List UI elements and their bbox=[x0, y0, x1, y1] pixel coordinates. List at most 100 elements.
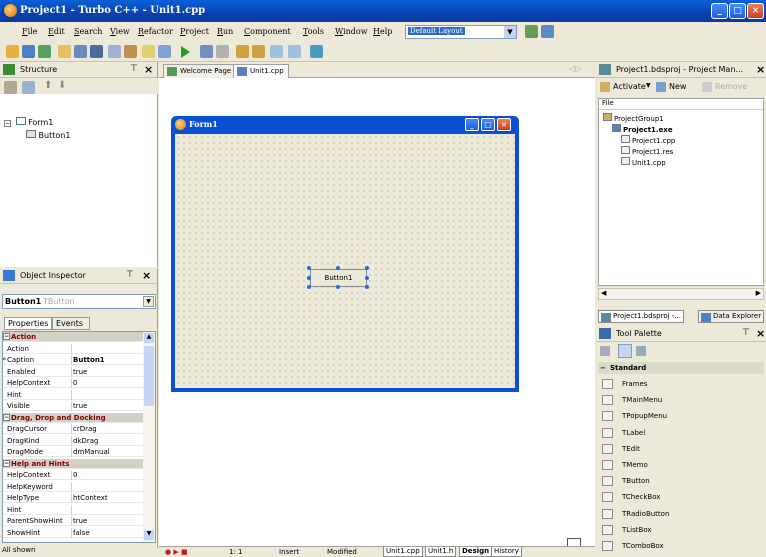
tree-item-form1[interactable]: − Form1 bbox=[4, 117, 53, 127]
trace-into-icon[interactable] bbox=[236, 45, 249, 58]
filter-icon[interactable] bbox=[636, 346, 646, 356]
categories-icon[interactable] bbox=[600, 346, 610, 356]
toggle-form-icon[interactable] bbox=[158, 45, 171, 58]
selection-handle[interactable] bbox=[336, 266, 340, 270]
remove-file-icon[interactable] bbox=[108, 45, 121, 58]
property-row[interactable]: HelpType htContext bbox=[3, 493, 143, 503]
set-layout-icon[interactable] bbox=[541, 25, 554, 38]
property-value[interactable]: dmManual bbox=[73, 448, 110, 456]
property-category[interactable]: − Action bbox=[3, 332, 143, 342]
pause-icon[interactable] bbox=[200, 45, 213, 58]
menu-view[interactable]: View bbox=[110, 27, 130, 36]
property-row[interactable]: Visible true bbox=[3, 401, 143, 411]
collapse-icon[interactable]: − bbox=[3, 333, 10, 340]
activate-button[interactable]: Activate bbox=[613, 82, 646, 91]
property-value[interactable]: true bbox=[73, 402, 87, 410]
menu-tools[interactable]: Tools bbox=[303, 27, 324, 36]
selection-handle[interactable] bbox=[307, 266, 311, 270]
scroll-up-icon[interactable]: ▲ bbox=[144, 333, 154, 343]
property-value[interactable]: Button1 bbox=[73, 356, 105, 364]
tab-unit1-cpp[interactable]: Unit1.cpp bbox=[233, 64, 289, 78]
pin-icon[interactable]: ⊤ bbox=[126, 270, 134, 280]
collapse-icon[interactable]: − bbox=[600, 362, 606, 374]
pointer-icon[interactable] bbox=[618, 344, 632, 358]
tab-welcome-page[interactable]: Welcome Page bbox=[163, 64, 237, 78]
layout-select[interactable]: Default Layout ▼ bbox=[405, 25, 517, 39]
property-scrollbar[interactable]: ▲ ▼ bbox=[143, 332, 155, 542]
filter-icon[interactable] bbox=[22, 81, 35, 94]
palette-item[interactable]: TComboBox bbox=[598, 538, 764, 554]
property-row[interactable]: Action bbox=[3, 343, 143, 354]
project-tree-item[interactable]: Project1.cpp bbox=[621, 135, 675, 145]
remove-button[interactable]: Remove bbox=[715, 82, 747, 91]
property-row[interactable]: ShowHint false bbox=[3, 527, 143, 538]
step-over-icon[interactable] bbox=[252, 45, 265, 58]
chevron-down-icon[interactable]: ▼ bbox=[143, 296, 154, 307]
property-value[interactable]: 0 bbox=[73, 379, 77, 387]
menu-file[interactable]: File bbox=[22, 27, 37, 36]
scroll-down-icon[interactable]: ▼ bbox=[144, 530, 154, 540]
save-icon[interactable] bbox=[90, 45, 103, 58]
maximize-button[interactable]: □ bbox=[729, 3, 746, 19]
selection-handle[interactable] bbox=[365, 285, 369, 289]
open-project-icon[interactable] bbox=[58, 45, 71, 58]
scroll-right-icon[interactable]: ▶ bbox=[756, 289, 761, 297]
selection-handle[interactable] bbox=[307, 276, 311, 280]
property-value[interactable]: false bbox=[73, 529, 90, 537]
palette-item[interactable]: TLabel bbox=[598, 425, 764, 441]
selection-handle[interactable] bbox=[365, 266, 369, 270]
form-close-button[interactable]: × bbox=[497, 118, 511, 131]
collapse-icon[interactable]: − bbox=[3, 413, 10, 421]
property-row[interactable]: DragCursor crDrag bbox=[3, 424, 143, 434]
run-icon[interactable] bbox=[181, 46, 190, 58]
save-all-icon[interactable] bbox=[38, 45, 51, 58]
horizontal-scrollbar[interactable]: ◀ ▶ bbox=[598, 288, 764, 300]
palette-item[interactable]: TMemo bbox=[598, 457, 764, 473]
sort-icon[interactable] bbox=[4, 81, 17, 94]
project-tree-item[interactable]: ProjectGroup1 bbox=[603, 113, 664, 123]
move-up-icon[interactable]: ⬆ bbox=[44, 80, 52, 91]
form-maximize-button[interactable]: □ bbox=[481, 118, 495, 131]
palette-item[interactable]: TRadioButton bbox=[598, 506, 764, 522]
chevron-down-icon[interactable]: ▼ bbox=[504, 26, 516, 38]
bottom-tab-unit1-cpp[interactable]: Unit1.cpp bbox=[383, 547, 423, 557]
object-selector[interactable]: Button1 TButton ▼ bbox=[2, 294, 156, 309]
bottom-tab-unit1-h[interactable]: Unit1.h bbox=[425, 547, 457, 557]
property-value[interactable]: true bbox=[73, 368, 87, 376]
property-value[interactable]: true bbox=[73, 517, 87, 525]
project-tree-item[interactable]: Unit1.cpp bbox=[621, 157, 666, 167]
palette-item[interactable]: TListBox bbox=[598, 522, 764, 538]
palette-item[interactable]: TEdit bbox=[598, 441, 764, 457]
menu-project[interactable]: Project bbox=[180, 27, 209, 36]
property-row[interactable]: Enabled true bbox=[3, 366, 143, 377]
scroll-left-icon[interactable]: ◀ bbox=[601, 289, 606, 297]
property-value[interactable]: 0 bbox=[73, 471, 77, 479]
palette-item[interactable]: TButton bbox=[598, 473, 764, 489]
move-down-icon[interactable]: ⬇ bbox=[58, 80, 66, 91]
property-row[interactable]: Hint bbox=[3, 504, 143, 515]
property-row[interactable]: DragKind dkDrag bbox=[3, 435, 143, 446]
property-row[interactable]: Caption Button1 » bbox=[3, 355, 143, 365]
save-layout-icon[interactable] bbox=[525, 25, 538, 38]
tree-item-button1[interactable]: Button1 bbox=[26, 130, 70, 140]
close-icon[interactable]: × bbox=[144, 63, 153, 76]
menu-component[interactable]: Component bbox=[244, 27, 291, 36]
collapse-icon[interactable]: − bbox=[4, 120, 11, 127]
menu-run[interactable]: Run bbox=[217, 27, 233, 36]
form1-window[interactable]: Form1 _ □ × Button1 bbox=[171, 116, 519, 392]
bottom-tab-design[interactable]: Design bbox=[459, 547, 493, 557]
chevron-down-icon[interactable]: ▼ bbox=[646, 82, 651, 89]
property-value[interactable]: htContext bbox=[73, 494, 108, 502]
add-file-icon[interactable] bbox=[74, 45, 87, 58]
project-tree-item[interactable]: Project1.res bbox=[621, 146, 673, 156]
property-row[interactable]: HelpContext 0 bbox=[3, 378, 143, 388]
tab-events[interactable]: Events bbox=[52, 317, 90, 330]
view-unit-icon[interactable] bbox=[124, 45, 137, 58]
tab-project-manager[interactable]: Project1.bdsproj -... bbox=[598, 310, 684, 323]
view-form-icon[interactable] bbox=[142, 45, 155, 58]
form-client-area[interactable]: Button1 bbox=[175, 134, 515, 388]
form-minimize-button[interactable]: _ bbox=[465, 118, 479, 131]
property-category[interactable]: − Drag, Drop and Docking bbox=[3, 412, 143, 423]
close-icon[interactable]: × bbox=[756, 327, 765, 340]
selection-handle[interactable] bbox=[307, 285, 311, 289]
